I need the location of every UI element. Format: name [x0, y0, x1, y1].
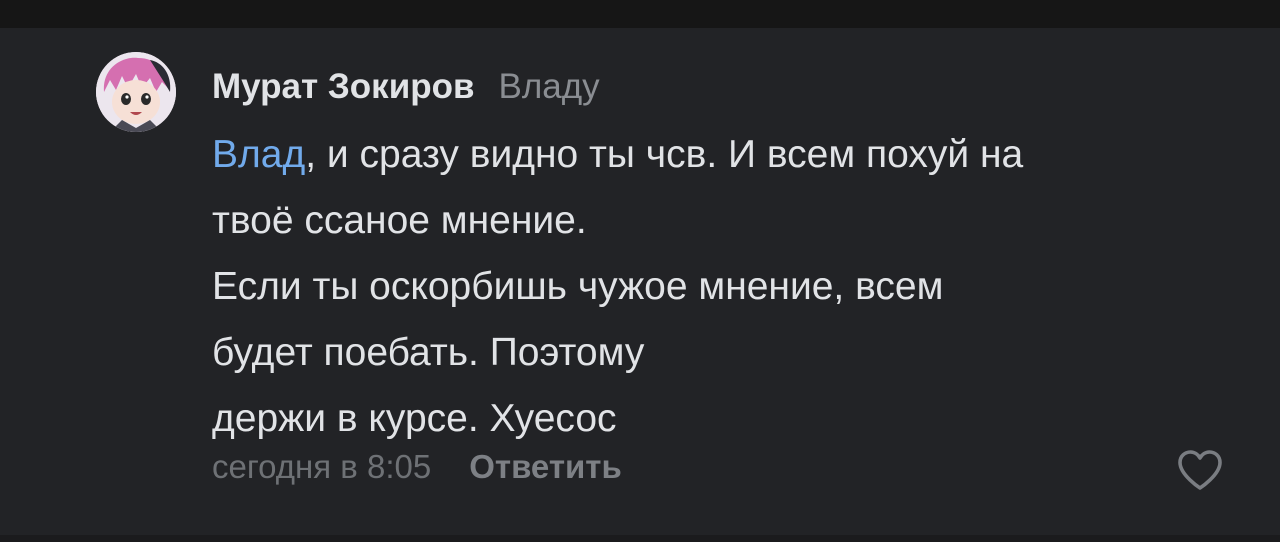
- heart-outline-icon: [1178, 450, 1222, 490]
- comment-line: будет поебать. Поэтому: [212, 331, 645, 374]
- comment-header: Мурат Зокиров Владу: [212, 62, 600, 112]
- mention-link[interactable]: Влад: [212, 133, 305, 176]
- comment-text: Влад, и сразу видно ты чсв. И всем похуй…: [212, 122, 1242, 452]
- comment-line: твоё ссаное мнение.: [212, 199, 587, 242]
- comment-footer: сегодня в 8:05 Ответить: [212, 442, 622, 492]
- author-name[interactable]: Мурат Зокиров: [212, 67, 474, 106]
- like-button[interactable]: [1175, 448, 1225, 492]
- comment-line: Влад, и сразу видно ты чсв. И всем похуй…: [212, 122, 1242, 188]
- reply-to-name[interactable]: Владу: [498, 67, 599, 106]
- comment-line: Если ты оскорбишь чужое мнение, всем: [212, 265, 944, 308]
- top-bar: [0, 0, 1280, 28]
- avatar[interactable]: [96, 52, 176, 132]
- bottom-divider: [0, 535, 1280, 542]
- reply-button[interactable]: Ответить: [469, 448, 622, 485]
- timestamp: сегодня в 8:05: [212, 448, 432, 485]
- comment-line-text: , и сразу видно ты чсв. И всем похуй на: [305, 133, 1024, 176]
